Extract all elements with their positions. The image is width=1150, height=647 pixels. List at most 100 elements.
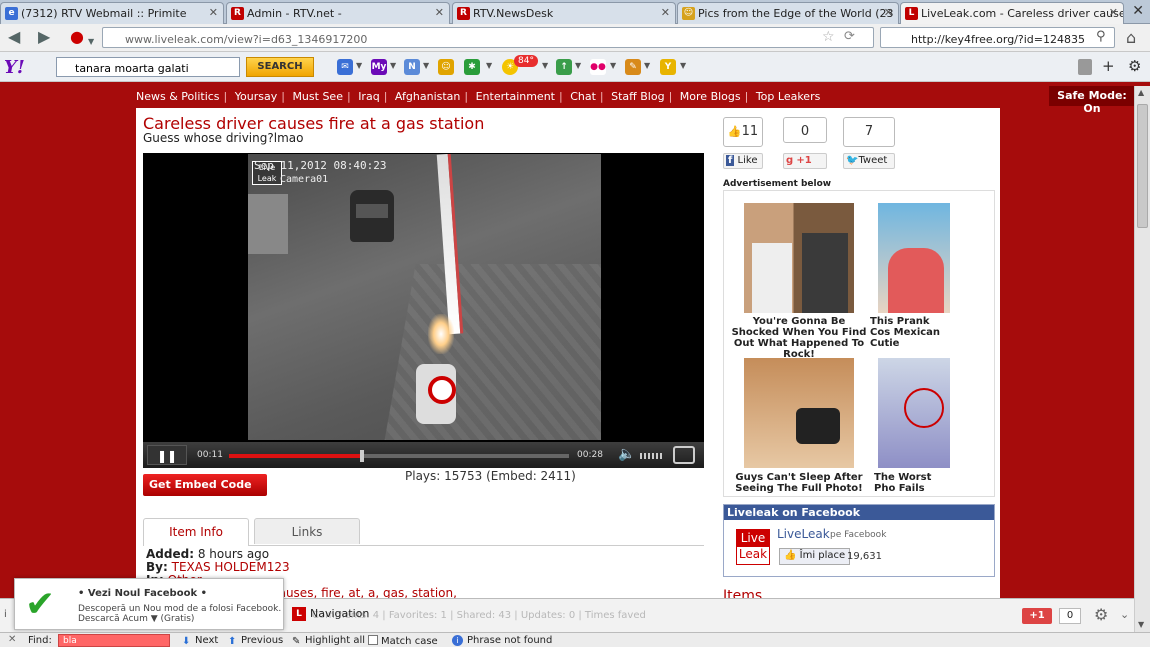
star-app-icon[interactable]: ✱ [464,59,480,75]
video-player[interactable]: Live Leak Sep 11,2012 08:40:23 Camera01 … [143,153,704,468]
chevron-down-icon[interactable]: ▼ [88,34,94,50]
nav-link-afghanistan[interactable]: Afghanistan [395,90,460,103]
nav-link-yoursay[interactable]: Yoursay [235,90,277,103]
gplus-addon-button[interactable]: +1 [1022,608,1052,624]
yahoo-search-button[interactable]: SEARCH [246,57,314,77]
highlight-all-button[interactable]: ✎ Highlight all [292,635,365,647]
nav-link-iraq[interactable]: Iraq [358,90,380,103]
chevron-down-icon[interactable]: ▼ [610,61,616,70]
browser-tab-pics[interactable]: ☺ Pics from the Edge of the World (23 pi… [677,2,899,24]
finance-icon[interactable]: ↑ [556,59,572,75]
yahoo-logo[interactable]: Y! [4,57,25,78]
gear-icon[interactable]: ⚙ [1094,605,1108,624]
ad-caption-1[interactable]: You're Gonna Be Shocked When You Find Ou… [730,316,868,360]
ad-image-3[interactable] [744,358,854,468]
notepad-icon[interactable]: ✎ [625,59,641,75]
my-yahoo-icon[interactable]: My [371,59,387,75]
nav-link-chat[interactable]: Chat [570,90,596,103]
magnifier-icon[interactable]: ⚲ [1096,29,1106,44]
safe-mode-toggle[interactable]: Safe Mode: On [1049,86,1135,115]
messenger-icon[interactable]: ☺ [438,59,454,75]
facebook-notification-popup[interactable]: ✔ • Vezi Noul Facebook • Descoperă un No… [14,578,284,630]
page-scrollbar[interactable]: ▲ ▼ [1134,86,1150,633]
progress-handle[interactable] [359,450,364,462]
nav-link-news-politics[interactable]: News & Politics [136,90,220,103]
browser-tab-newsdesk[interactable]: R RTV.NewsDesk ✕ [452,2,676,24]
nav-link-more-blogs[interactable]: More Blogs [680,90,741,103]
find-next-button[interactable]: ⬇ Next [182,635,218,647]
scroll-up-arrow-icon[interactable]: ▲ [1138,88,1144,97]
close-tab-icon[interactable]: ✕ [661,6,670,19]
ad-image-1[interactable] [744,203,854,313]
pause-button[interactable]: ❚❚ [147,445,187,465]
tags-links[interactable]: causes, fire, at, a, gas, station, [272,586,457,599]
flickr-icon[interactable]: ●● [590,59,606,75]
tab-item-info[interactable]: Item Info [143,518,249,546]
reload-icon[interactable]: ⟳ [844,29,855,44]
nav-link-entertainment[interactable]: Entertainment [476,90,555,103]
gplus-button[interactable]: g +1 [783,153,827,169]
fullscreen-button[interactable] [673,446,695,464]
chevron-down-icon[interactable]: ▼ [390,61,396,70]
close-tab-icon[interactable]: ✕ [884,6,893,19]
tab-links[interactable]: Links [254,518,360,544]
uploader-link[interactable]: TEXAS HOLDEM123 [172,560,290,574]
address-bar[interactable] [102,27,874,48]
home-icon[interactable]: ⌂ [1126,28,1136,47]
ad-caption-2[interactable]: This Prank Cos Mexican Cutie [870,316,952,349]
volume-slider[interactable] [640,453,662,459]
browser-tab-liveleak[interactable]: L LiveLeak.com - Careless driver causes … [900,2,1124,25]
chevron-down-icon[interactable]: ▼ [423,61,429,70]
nav-link-staff-blog[interactable]: Staff Blog [611,90,664,103]
ad-image-2[interactable] [878,203,950,313]
news-icon[interactable]: N [404,59,420,75]
scroll-down-arrow-icon[interactable]: ▼ [1138,620,1144,629]
back-arrow-icon[interactable]: ◀ [8,29,20,45]
get-embed-code-button[interactable]: Get Embed Code [143,474,267,496]
close-tab-icon[interactable]: ✕ [435,6,444,19]
close-window-icon[interactable]: ✕ [1132,3,1144,19]
browser-tab-rtv-webmail[interactable]: e (7312) RTV Webmail :: Primite ✕ [0,2,224,24]
close-tab-icon[interactable]: ✕ [209,6,218,19]
facebook-like-button[interactable]: f Like [723,153,763,169]
volume-icon[interactable]: 🔈 [618,446,635,462]
find-input[interactable] [58,634,170,647]
chevron-down-icon[interactable]: ▼ [356,61,362,70]
chevron-down-icon[interactable]: ▼ [575,61,581,70]
scroll-thumb[interactable] [1137,104,1148,228]
nav-link-must-see[interactable]: Must See [292,90,343,103]
facebook-page-link[interactable]: LiveLeak [777,527,830,541]
yahoo-search-input[interactable] [56,57,240,77]
video-frame[interactable]: Live Leak Sep 11,2012 08:40:23 Camera01 [248,154,601,440]
ad-image-4[interactable] [878,358,950,468]
search-engine-input[interactable] [880,27,1115,48]
navigation-addon[interactable]: L Navigation [292,607,369,621]
gear-icon[interactable]: ⚙ [1128,57,1141,75]
ad-caption-4[interactable]: The Worst Pho Fails [874,472,954,494]
find-previous-button[interactable]: ⬆ Previous [228,635,283,647]
progress-bar[interactable] [229,450,569,462]
liveleak-logo[interactable]: Live Leak [736,529,770,565]
forward-arrow-icon[interactable]: ▶ [38,29,50,45]
facebook-page-like-button[interactable]: 👍 Îmi place [779,548,851,565]
mail-icon[interactable]: ✉ [337,59,353,75]
toolbar-menu-icon[interactable] [1078,59,1092,75]
browser-tab-admin[interactable]: R Admin - RTV.net - ✕ [226,2,450,24]
add-icon[interactable]: + [1102,57,1115,75]
chevron-down-icon[interactable]: ▼ [486,61,492,70]
info-icon[interactable]: i [4,609,7,620]
chevron-down-icon[interactable]: ▼ [644,61,650,70]
chevron-down-icon[interactable]: ⌄ [1120,608,1129,621]
chevron-down-icon[interactable]: ▼ [542,61,548,70]
bookmark-star-icon[interactable]: ☆ [822,29,835,45]
chevron-down-icon[interactable]: ▼ [680,61,686,70]
ladybug-icon[interactable]: ● [70,29,84,45]
close-tab-icon[interactable]: ✕ [1109,6,1118,19]
ad-caption-3[interactable]: Guys Can't Sleep After Seeing The Full P… [730,472,868,494]
match-case-checkbox[interactable]: Match case [368,635,438,647]
nav-link-top-leakers[interactable]: Top Leakers [756,90,821,103]
close-icon[interactable]: ✕ [8,634,16,645]
popup-download-link[interactable]: Descarcă Acum ▼ (Gratis) [78,614,194,624]
yahoo-games-icon[interactable]: Y [660,59,676,75]
tweet-button[interactable]: 🐦Tweet [843,153,895,169]
